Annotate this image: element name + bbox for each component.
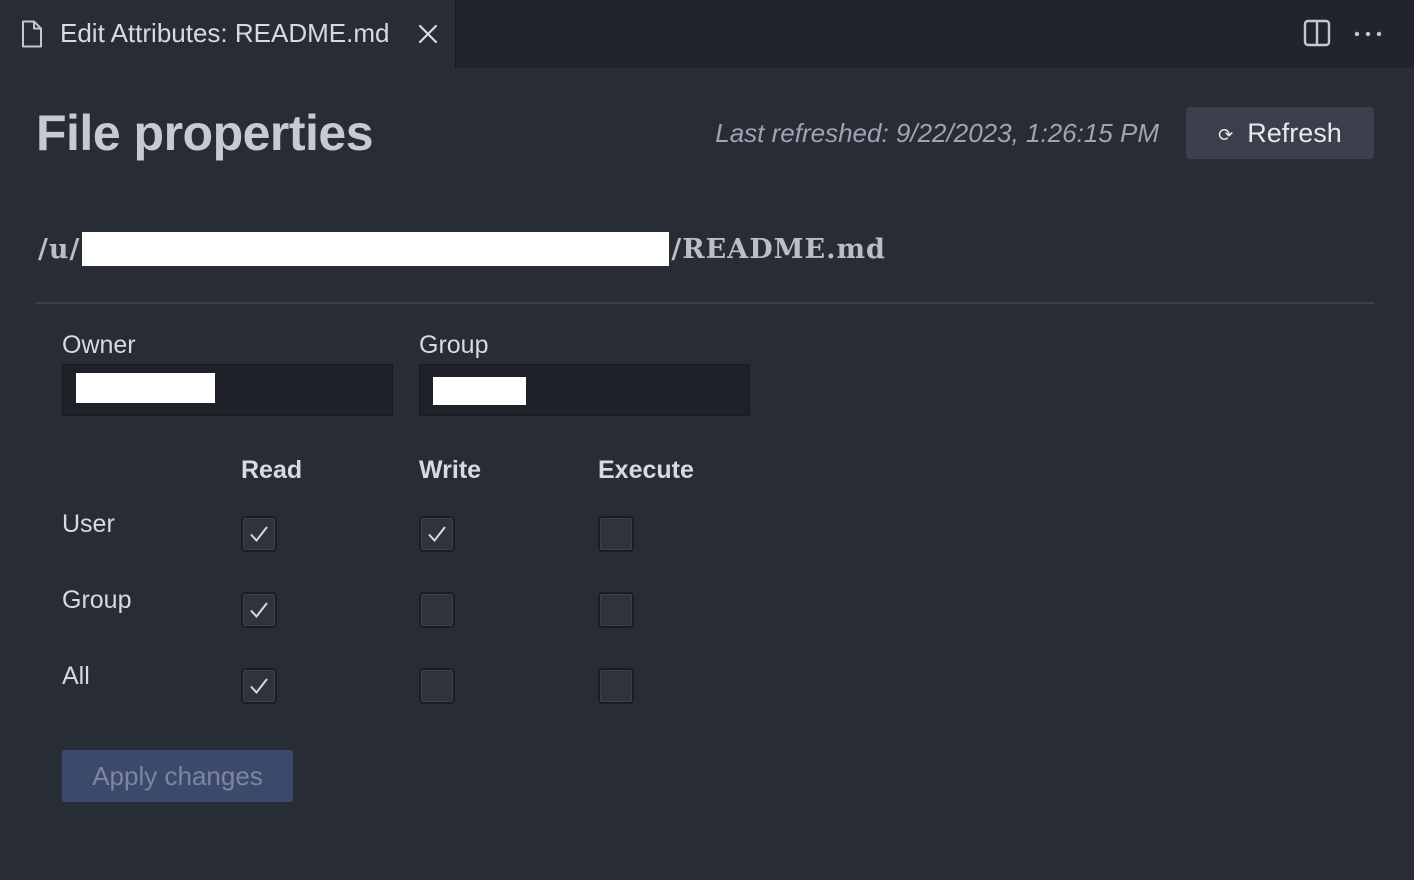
- column-header-read: Read: [241, 456, 303, 484]
- close-icon[interactable]: [416, 22, 440, 46]
- file-path-suffix: /README.md: [671, 233, 886, 265]
- checkmark-icon: [428, 526, 446, 543]
- checkbox-group-write[interactable]: [419, 592, 455, 628]
- column-header-write: Write: [419, 456, 482, 484]
- checkbox-user-execute[interactable]: [598, 516, 634, 552]
- file-path: /u/ /README.md: [38, 232, 886, 266]
- tab-label: Edit Attributes: README.md: [60, 18, 390, 48]
- more-actions-icon[interactable]: [1352, 24, 1384, 44]
- redacted-path-segment: [82, 232, 670, 266]
- redacted-group-value: [433, 377, 526, 405]
- editor-tab[interactable]: Edit Attributes: README.md: [0, 0, 456, 68]
- owner-field[interactable]: [62, 364, 393, 416]
- group-field[interactable]: [419, 364, 750, 416]
- last-refreshed-text: Last refreshed: 9/22/2023, 1:26:15 PM: [715, 118, 1159, 148]
- refresh-button-label: Refresh: [1247, 117, 1342, 148]
- split-editor-icon[interactable]: [1303, 19, 1331, 47]
- row-label-group: Group: [62, 586, 132, 614]
- group-label: Group: [419, 331, 489, 359]
- row-label-all: All: [62, 662, 90, 690]
- checkbox-all-write[interactable]: [419, 668, 455, 704]
- checkbox-all-read[interactable]: [241, 668, 277, 704]
- apply-changes-button[interactable]: Apply changes: [62, 750, 293, 802]
- redacted-owner-value: [76, 373, 215, 403]
- refresh-icon: ⟳: [1218, 124, 1234, 145]
- row-label-user: User: [62, 510, 115, 538]
- checkbox-group-read[interactable]: [241, 592, 277, 628]
- checkmark-icon: [250, 602, 268, 619]
- file-path-prefix: /u/: [38, 233, 81, 265]
- checkbox-user-read[interactable]: [241, 516, 277, 552]
- checkbox-group-execute[interactable]: [598, 592, 634, 628]
- page-title: File properties: [36, 105, 374, 161]
- checkbox-all-execute[interactable]: [598, 668, 634, 704]
- owner-label: Owner: [62, 331, 136, 359]
- refresh-button[interactable]: ⟳ Refresh: [1186, 107, 1374, 159]
- checkmark-icon: [250, 678, 268, 695]
- checkbox-user-write[interactable]: [419, 516, 455, 552]
- section-divider: [36, 302, 1374, 304]
- tab-bar: Edit Attributes: README.md: [0, 0, 1414, 68]
- column-header-execute: Execute: [598, 456, 694, 484]
- checkmark-icon: [250, 526, 268, 543]
- file-icon: [22, 20, 42, 48]
